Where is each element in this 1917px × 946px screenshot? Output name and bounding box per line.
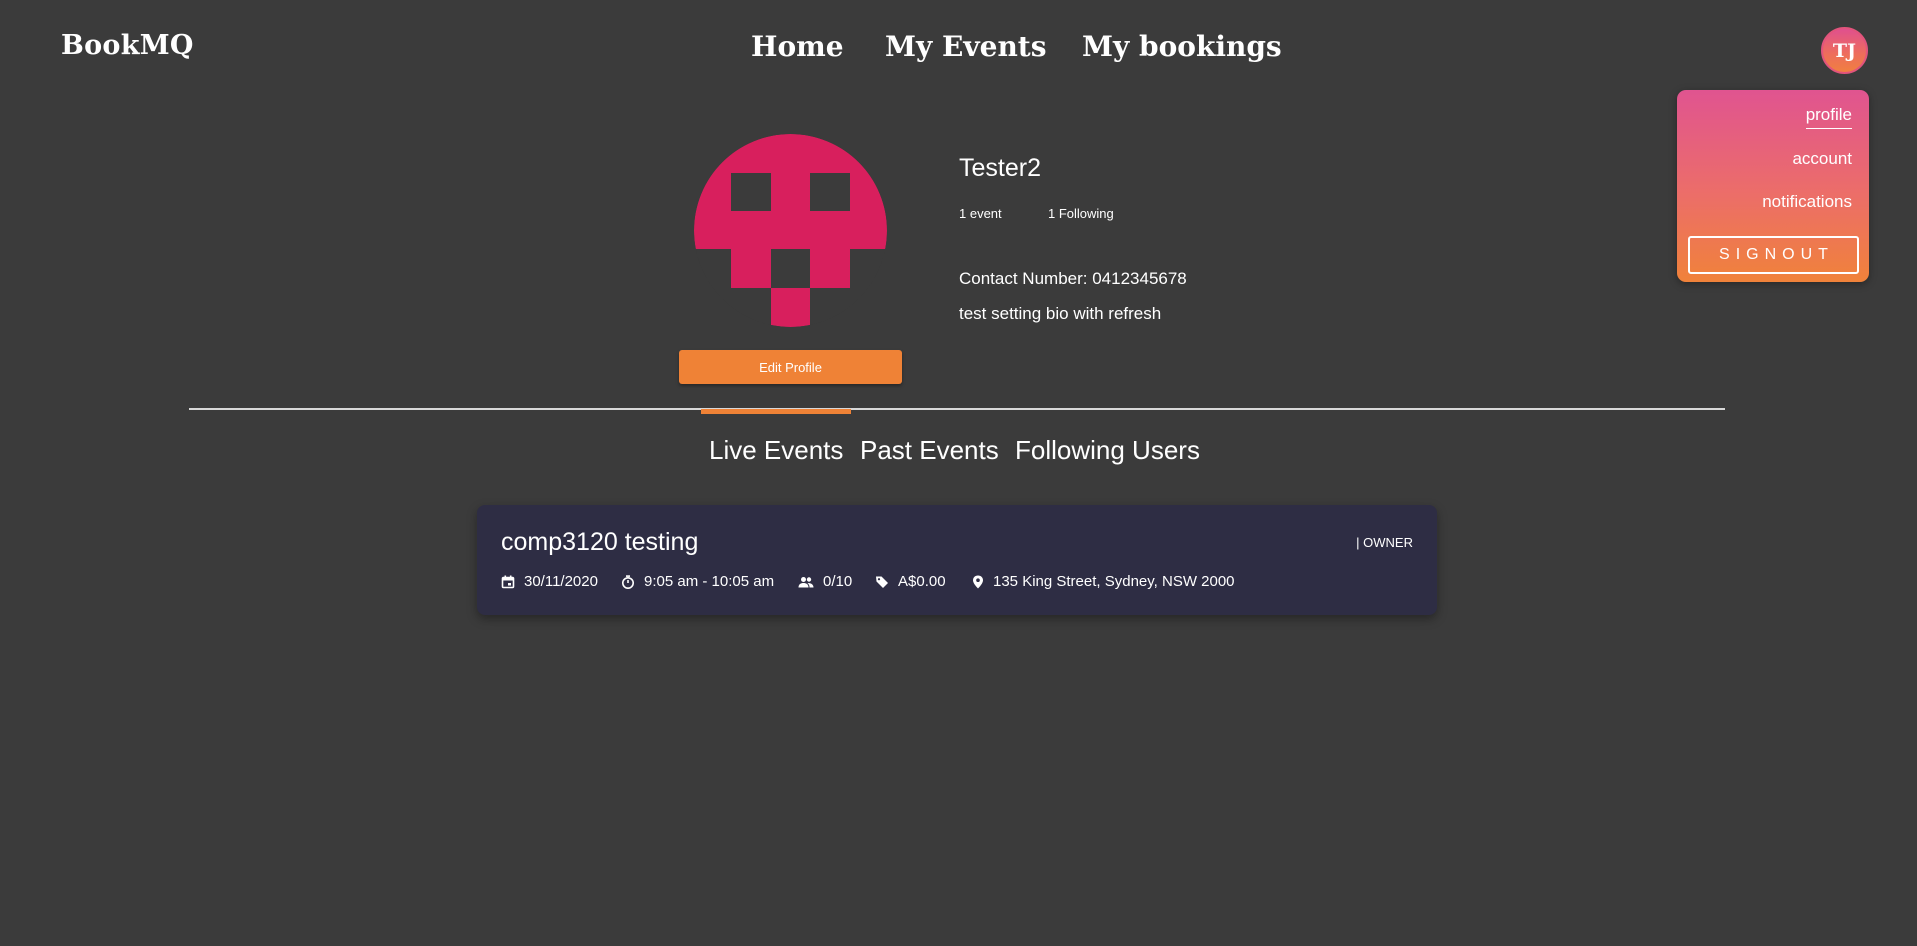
event-location: 135 King Street, Sydney, NSW 2000 xyxy=(972,573,1235,590)
events-count: 1 event xyxy=(959,206,1002,221)
calendar-icon xyxy=(501,575,515,589)
tab-following-users[interactable]: Following Users xyxy=(1015,435,1200,466)
menu-item-notifications[interactable]: notifications xyxy=(1762,192,1852,212)
identicon-image xyxy=(694,134,887,327)
active-tab-indicator xyxy=(701,409,851,414)
event-title: comp3120 testing xyxy=(501,528,699,556)
user-dropdown-menu: profile account notifications SIGNOUT xyxy=(1677,90,1869,282)
tab-live-events[interactable]: Live Events xyxy=(709,435,843,466)
tab-past-events[interactable]: Past Events xyxy=(860,435,999,466)
nav-home[interactable]: Home xyxy=(751,30,844,63)
event-time-text: 9:05 am - 10:05 am xyxy=(644,573,775,590)
event-capacity: 0/10 xyxy=(798,573,852,590)
nav-my-events[interactable]: My Events xyxy=(885,30,1047,63)
profile-username: Tester2 xyxy=(959,154,1041,182)
user-avatar-button[interactable]: TJ xyxy=(1821,27,1868,74)
event-price: A$0.00 xyxy=(875,573,946,590)
event-location-text: 135 King Street, Sydney, NSW 2000 xyxy=(993,573,1235,590)
profile-bio: test setting bio with refresh xyxy=(959,304,1162,323)
people-icon xyxy=(798,575,814,589)
event-date: 30/11/2020 xyxy=(501,573,598,590)
event-role-badge: | OWNER xyxy=(1356,535,1413,550)
section-divider xyxy=(189,408,1725,410)
following-count[interactable]: 1 Following xyxy=(1048,206,1114,221)
location-pin-icon xyxy=(972,575,984,589)
event-capacity-text: 0/10 xyxy=(823,573,853,590)
profile-avatar-image xyxy=(694,134,887,327)
main-nav: Home My Events My bookings xyxy=(0,30,1917,70)
event-price-text: A$0.00 xyxy=(898,573,946,590)
timer-icon xyxy=(621,574,635,589)
edit-profile-button[interactable]: Edit Profile xyxy=(679,350,902,384)
menu-item-profile[interactable]: profile xyxy=(1805,105,1853,129)
event-card[interactable]: comp3120 testing | OWNER 30/11/2020 9:05… xyxy=(477,505,1437,615)
tag-icon xyxy=(875,575,889,589)
signout-button[interactable]: SIGNOUT xyxy=(1688,236,1859,274)
event-date-text: 30/11/2020 xyxy=(524,573,598,590)
event-time: 9:05 am - 10:05 am xyxy=(621,573,774,590)
menu-item-account[interactable]: account xyxy=(1792,149,1852,169)
nav-my-bookings[interactable]: My bookings xyxy=(1082,30,1282,63)
contact-number: Contact Number: 0412345678 xyxy=(959,269,1187,288)
